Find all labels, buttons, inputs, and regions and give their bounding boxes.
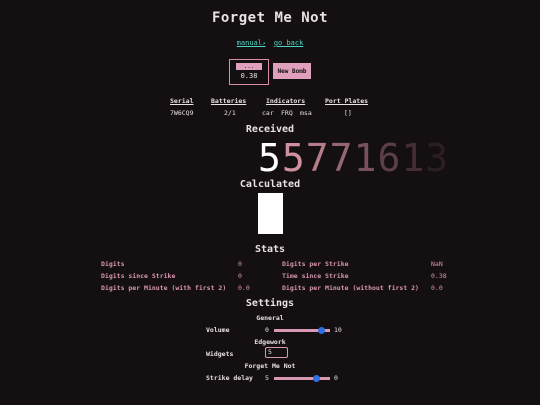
stat-digits-since-strike-label: Digits since Strike [101, 272, 176, 280]
strike-delay-slider[interactable] [274, 377, 330, 380]
strike-delay-label: Strike delay [206, 374, 253, 382]
received-digit: 3 [425, 136, 450, 180]
indicator-msa: msa [300, 109, 312, 117]
stat-dpm-without-label: Digits per Minute (without first 2) [282, 284, 419, 292]
nav-links: manual↗ go back [0, 39, 540, 47]
indicators-header: Indicators [266, 97, 306, 105]
volume-max: 10 [334, 326, 342, 334]
ports-header: Port Plates [325, 97, 369, 105]
serial-header: Serial [170, 97, 194, 105]
received-digit: 1 [401, 136, 426, 180]
manual-link-label: manual [236, 39, 262, 47]
stat-digits-per-strike-label: Digits per Strike [282, 260, 349, 268]
edgework-heading: Edgework [254, 338, 286, 346]
stat-digits-since-strike-value: 0 [238, 272, 242, 280]
calculated-heading: Calculated [239, 179, 301, 190]
widgets-label: Widgets [206, 350, 234, 358]
go-back-link[interactable]: go back [274, 39, 304, 47]
strike-delay-slider-thumb[interactable] [312, 375, 320, 382]
serial-value: 7W6CQ9 [170, 109, 194, 117]
volume-slider-thumb[interactable] [318, 327, 326, 334]
stat-digits-value: 0 [238, 260, 242, 268]
indicator-frq: FRQ [281, 109, 293, 117]
timer-button[interactable]: ... [236, 63, 262, 70]
batteries-header: Batteries [211, 97, 247, 105]
settings-heading: Settings [245, 298, 295, 309]
stat-digits-per-strike-value: NaN [431, 260, 443, 268]
ports-value: [] [344, 109, 352, 117]
new-bomb-button[interactable]: New Bomb [273, 63, 311, 79]
external-link-icon: ↗ [261, 40, 266, 47]
strike-delay-min: 5 [265, 374, 269, 382]
calculated-display [258, 193, 283, 234]
stat-time-since-strike-label: Time since Strike [282, 272, 349, 280]
received-digit: 5 [258, 136, 282, 180]
stat-dpm-with-label: Digits per Minute (with first 2) [101, 284, 227, 292]
strike-delay-max: 0 [334, 374, 338, 382]
received-digit: 6 [377, 136, 402, 180]
stat-dpm-with-value: 0.0 [238, 284, 250, 292]
general-heading: General [256, 314, 284, 322]
widgets-input[interactable]: 5 [265, 347, 288, 358]
received-digit: 7 [329, 136, 354, 180]
stat-dpm-without-value: 0.0 [431, 284, 443, 292]
received-digit: 7 [305, 136, 330, 180]
volume-min: 0 [265, 326, 269, 334]
stats-heading: Stats [254, 244, 286, 255]
indicator-car: car [262, 109, 274, 117]
received-heading: Received [245, 124, 295, 135]
received-digits: 55771613 [258, 138, 449, 178]
page-title: Forget Me Not [211, 10, 329, 26]
batteries-value: 2/1 [224, 109, 236, 117]
stat-time-since-strike-value: 0.38 [431, 272, 447, 280]
received-digit: 5 [281, 136, 306, 180]
timer-value: 0.38 [240, 72, 258, 80]
received-digit: 1 [353, 136, 378, 180]
timer-box: ... 0.38 [229, 59, 269, 85]
stat-digits-label: Digits [101, 260, 125, 268]
manual-link[interactable]: manual↗ [237, 39, 266, 47]
fmn-heading: Forget Me Not [244, 362, 296, 370]
volume-label: Volume [206, 326, 230, 334]
